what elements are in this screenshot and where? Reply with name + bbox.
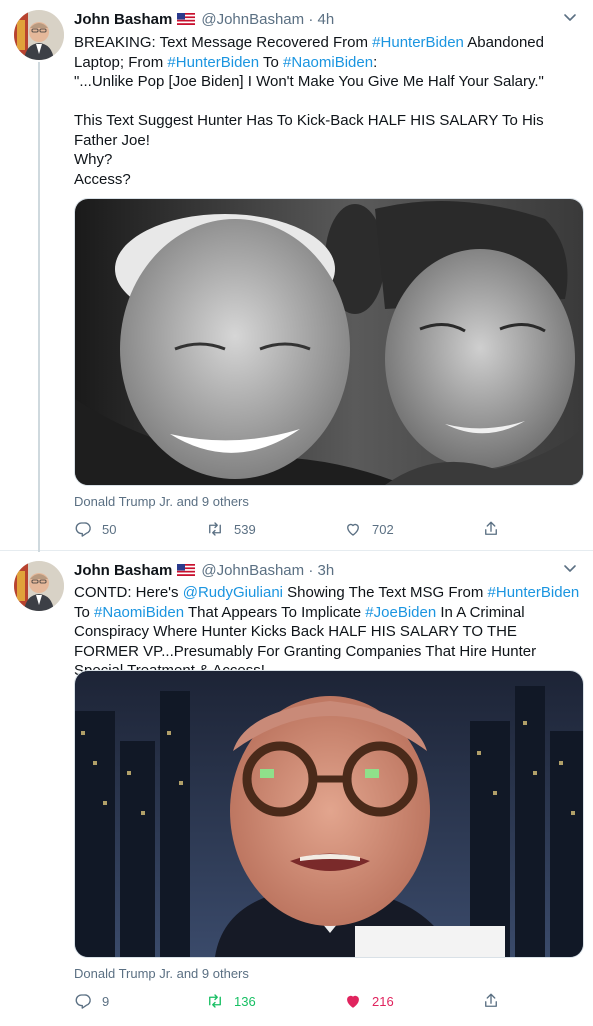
author-name[interactable]: John Basham — [74, 11, 172, 28]
tweet-photo[interactable] — [74, 670, 584, 958]
tweet-actions: 9 136 216 — [74, 992, 514, 1012]
tweet-photo[interactable] — [74, 198, 584, 486]
avatar[interactable] — [14, 561, 64, 611]
like-button[interactable]: 702 — [344, 520, 394, 540]
reply-icon — [75, 994, 91, 1009]
author-handle[interactable]: @JohnBasham — [201, 11, 304, 28]
share-button[interactable] — [482, 520, 500, 540]
retweet-button[interactable]: 136 — [206, 992, 256, 1012]
retweet-icon — [209, 522, 221, 536]
like-icon — [347, 523, 359, 536]
text-line: Access? — [74, 170, 131, 188]
reply-button[interactable]: 50 — [74, 520, 116, 540]
text-line: Why? — [74, 151, 113, 168]
text-line: This Text Suggest Hunter Has To Kick-Bac… — [74, 112, 544, 149]
author-name[interactable]: John Basham — [74, 562, 172, 579]
social-context[interactable]: Donald Trump Jr. and 9 others — [74, 494, 249, 509]
flag-icon — [177, 13, 196, 25]
thread-line — [38, 62, 40, 552]
tweet-1[interactable]: John Basham @JohnBasham · 4h BREAKING: Te… — [0, 0, 593, 552]
text-segment: Showing The Text MSG From — [283, 584, 488, 601]
share-icon — [485, 521, 497, 535]
like-count: 702 — [372, 522, 394, 537]
separator: · — [308, 11, 314, 28]
hashtag-naomibiden[interactable]: #NaomiBiden — [94, 604, 184, 621]
chevron-down-icon[interactable] — [561, 8, 579, 26]
chevron-down-icon[interactable] — [561, 559, 579, 577]
flag-icon — [177, 564, 196, 576]
tweet-header: John Basham @JohnBasham · 3h — [74, 561, 334, 581]
hashtag-hunterbiden[interactable]: #HunterBiden — [167, 54, 259, 71]
tweet-text: BREAKING: Text Message Recovered From #H… — [74, 33, 582, 189]
tweet-header: John Basham @JohnBasham · 4h — [74, 10, 334, 30]
text-segment: BREAKING: Text Message Recovered From — [74, 34, 373, 51]
retweet-count: 539 — [234, 522, 256, 537]
tweet-actions: 50 539 702 — [74, 520, 514, 540]
retweet-count: 136 — [234, 994, 256, 1009]
tweet-text: CONTD: Here's @RudyGiuliani Showing The … — [74, 583, 582, 681]
retweet-button[interactable]: 539 — [206, 520, 256, 540]
reply-count: 9 — [102, 994, 110, 1009]
hashtag-joebiden[interactable]: #JoeBiden — [365, 604, 436, 621]
hashtag-hunterbiden[interactable]: #HunterBiden — [372, 34, 464, 51]
social-context[interactable]: Donald Trump Jr. and 9 others — [74, 966, 249, 981]
author-handle[interactable]: @JohnBasham — [201, 562, 304, 579]
text-segment: To — [74, 603, 95, 621]
hashtag-hunterbiden[interactable]: #HunterBiden — [488, 584, 580, 601]
avatar[interactable] — [14, 10, 64, 60]
text-segment: To — [259, 53, 284, 71]
quote-line: "...Unlike Pop [Joe Biden] I Won't Make … — [74, 73, 544, 90]
like-count: 216 — [372, 994, 394, 1009]
hashtag-naomibiden[interactable]: #NaomiBiden — [283, 54, 373, 71]
like-icon — [347, 995, 359, 1008]
reply-button[interactable]: 9 — [74, 992, 109, 1012]
retweet-icon — [209, 994, 221, 1008]
share-icon — [485, 993, 497, 1007]
mention-rudygiuliani[interactable]: @RudyGiuliani — [183, 584, 283, 601]
text-segment: : — [373, 53, 378, 71]
reply-icon — [75, 522, 91, 537]
text-segment: CONTD: Here's — [74, 584, 183, 601]
text-segment: That Appears To Implicate — [184, 603, 366, 621]
like-button[interactable]: 216 — [344, 992, 394, 1012]
timestamp[interactable]: 4h — [317, 11, 334, 28]
separator: · — [308, 562, 314, 579]
reply-count: 50 — [102, 522, 117, 537]
tweet-2[interactable]: John Basham @JohnBasham · 3h CONTD: Here'… — [0, 551, 593, 1021]
share-button[interactable] — [482, 992, 500, 1012]
timestamp[interactable]: 3h — [317, 562, 334, 579]
